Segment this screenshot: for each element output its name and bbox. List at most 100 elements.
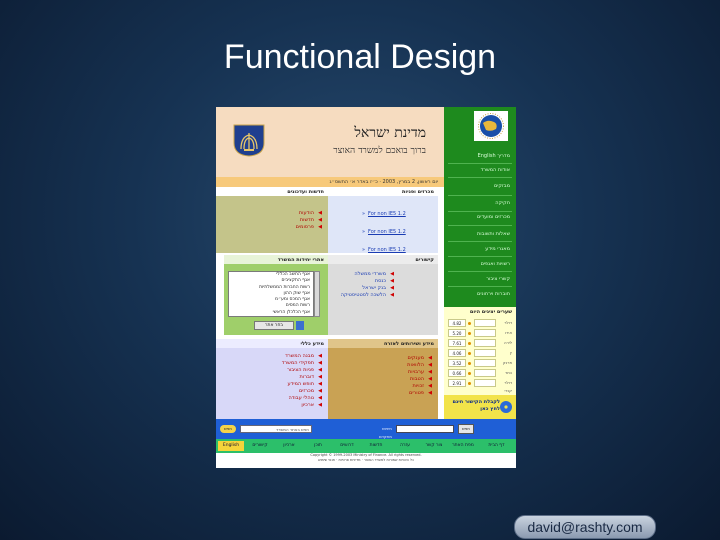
service-link[interactable]: מענקים [407,355,424,361]
tenders-panel: מכרזים ופניות » For non IE5 1.2 » For no… [328,187,438,253]
nav-item-public-relations[interactable]: קשרי ציבור [486,276,510,282]
nav-divider [448,163,512,164]
rate-bullet-icon [468,352,471,355]
red-arrow-icon: ◀ [428,390,432,396]
nav-divider [448,241,512,242]
tab-item[interactable]: קישורים [247,441,273,451]
external-link[interactable]: כנסת [375,278,386,284]
external-link[interactable]: משרדי ממשלה [354,271,386,277]
units-listbox[interactable]: אגף החשב הכללי אגף התקציבים רשות החברות … [228,271,314,317]
rate-input[interactable] [474,329,496,337]
units-option[interactable]: אגף הכלכלן הראשי [229,310,310,316]
service-link[interactable]: זכויות [412,383,424,389]
site-subtitle: ברוך בואכם למשרד האוצר [333,146,426,156]
email-badge: david@rashty.com [514,515,656,539]
red-arrow-icon: ◀ [428,383,432,389]
general-link[interactable]: נוהלי עבודה [288,395,314,401]
rate-input[interactable] [474,359,496,367]
service-link[interactable]: הטבות [410,376,424,382]
nav-item-databases[interactable]: מאגרי מידע [485,246,510,252]
go-arrow-icon[interactable] [296,321,304,330]
tab-item[interactable]: תוכן [305,441,331,451]
promo-banner[interactable]: לקבלת הקישור חינם לחץ כאן [444,395,516,419]
select-unit-button[interactable]: בחר אתר [254,321,294,330]
rate-input[interactable] [474,339,496,347]
services-panel: מידע ושירותים לאזרח מענקים ◀ הלוואות ◀ ע… [328,339,438,419]
general-link[interactable]: חופש המידע [287,381,314,387]
listbox-scrollbar[interactable] [314,271,320,317]
external-link[interactable]: הלשכה לסטטיסטיקה [341,292,386,298]
red-arrow-icon: ◀ [390,271,394,277]
red-arrow-icon: ◀ [318,217,322,223]
general-link[interactable]: מבנה המשרד [285,353,314,359]
rate-input[interactable] [474,319,496,327]
news-link[interactable]: הודעות [299,210,314,216]
nav-item-authorities[interactable]: רשויות ואגפים [481,261,510,267]
red-arrow-icon: ◀ [318,210,322,216]
tender-link[interactable]: For non IE5 1.2 [368,229,406,235]
tab-item[interactable]: מפת האתר [450,441,476,451]
site-footer: Copyright © 1999-2003 Ministry of Financ… [216,453,516,468]
general-link[interactable]: ארכיון [301,402,314,408]
rate-bullet-icon [468,372,471,375]
tab-item[interactable]: דף הבית [479,441,514,451]
footer-links[interactable]: כל הזכויות שמורות למשרד האוצר · מדיניות … [216,458,516,463]
nav-divider [448,195,512,196]
bullet-icon: » [362,247,366,253]
units-panel: אתרי יחידות המשרד אגף החשב הכללי אגף התק… [224,255,328,335]
red-arrow-icon: ◀ [318,374,322,380]
nav-divider [448,256,512,257]
nav-item-tenders[interactable]: מכרזים ומועדים [477,214,510,220]
search-select[interactable]: חפש באתר המשרד [240,425,312,433]
red-arrow-icon: ◀ [318,367,322,373]
nav-item-faq[interactable]: שאלות ותשובות [477,231,510,237]
external-link[interactable]: בנק ישראל [362,285,386,291]
tab-item[interactable]: חדשות [363,441,389,451]
service-link[interactable]: ערבויות [408,369,424,375]
go-button[interactable]: חפש [220,425,236,433]
search-input[interactable] [396,425,454,433]
red-arrow-icon: ◀ [428,355,432,361]
tab-item[interactable]: דרושים [334,441,360,451]
news-link[interactable]: פרסומים [296,224,314,230]
news-panel-title: חדשות ועדכונים [287,189,324,195]
search-button[interactable]: חפש [458,424,474,434]
red-arrow-icon: ◀ [390,292,394,298]
tender-link[interactable]: For non IE5 1.2 [368,211,406,217]
tab-item[interactable]: English [218,441,244,451]
tab-item[interactable]: עזרה [392,441,418,451]
news-panel: חדשות ועדכונים הודעות ◀ חדשות ◀ פרסומים … [216,187,328,253]
rate-row: 5.20 אירו [448,329,512,338]
tab-item[interactable]: ארכיון [276,441,302,451]
news-link[interactable]: חדשות [300,217,314,223]
nav-divider [448,211,512,212]
rate-input[interactable] [474,379,496,387]
search-bar: חפש חפש באתר המשרד חיפוש מתקדם חפש [216,419,516,439]
tender-link[interactable]: For non IE5 1.2 [368,247,406,253]
nav-divider [448,225,512,226]
service-link[interactable]: פטורים [409,390,424,396]
slide-title: Functional Design [223,38,497,76]
general-link[interactable]: מכרזים [299,388,314,394]
exchange-rates-panel: שערים יציגים היום 4.82 דולר 5.20 אירו 7.… [444,307,516,395]
tenders-panel-title: מכרזים ופניות [401,189,434,195]
red-arrow-icon: ◀ [318,388,322,394]
general-link[interactable]: דוברות [300,374,314,380]
rate-input[interactable] [474,369,496,377]
nav-item-english[interactable]: מדריך English [478,153,510,159]
tab-item[interactable]: צור קשר [421,441,447,451]
general-link[interactable]: תפקידי המשרד [282,360,314,366]
nav-item-news[interactable]: מבזקים [494,183,510,189]
nav-item-about[interactable]: אודות המשרד [481,167,510,173]
service-link[interactable]: הלוואות [407,362,424,368]
general-link[interactable]: פניות הציבור [287,367,314,373]
nav-item-publications[interactable]: חוברות וירחונים [477,291,510,297]
services-panel-title: מידע ושירותים לאזרח [383,341,434,347]
main-navigation: מדריך English אודות המשרד מבזקים חקיקה מ… [444,107,516,307]
rates-title: שערים יציגים היום [469,309,512,315]
site-name: מדינת ישראל [354,125,426,141]
advanced-search-label[interactable]: חיפוש מתקדם [368,425,392,439]
red-arrow-icon: ◀ [318,224,322,230]
rate-input[interactable] [474,349,496,357]
nav-item-legislation[interactable]: חקיקה [495,200,510,206]
